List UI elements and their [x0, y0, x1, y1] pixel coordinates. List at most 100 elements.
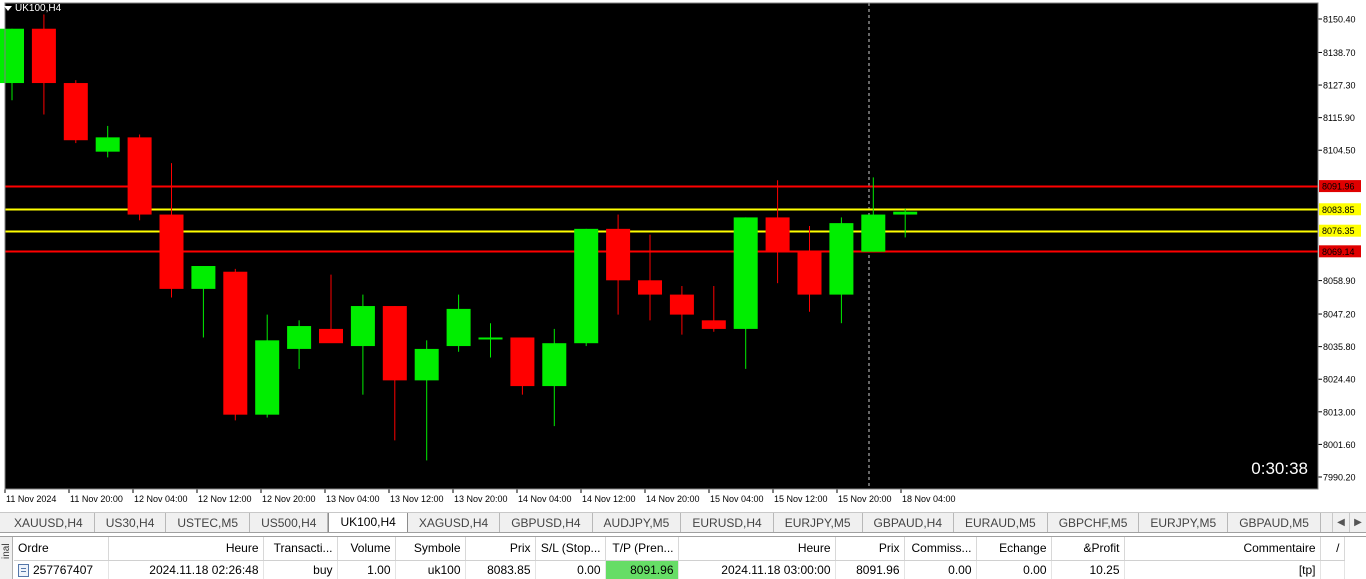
column-header[interactable]: Commiss...	[904, 537, 977, 561]
tab-euraud-m5[interactable]: EURAUD,M5	[954, 513, 1048, 532]
cell-volume: 1.00	[337, 560, 396, 579]
tab-us500-h4[interactable]: US500,H4	[250, 513, 329, 532]
chart-window[interactable]: 8150.40 8138.70 8127.30 8115.90 8104.50 8058.…	[0, 0, 1366, 510]
tab-scroll-right-icon[interactable]: ▶	[1349, 513, 1366, 532]
chart-plot-area[interactable]	[5, 3, 1318, 489]
candle-body	[382, 306, 407, 381]
candle-body	[191, 266, 216, 289]
table-header-row: Ordre Heure Transacti... Volume Symbole Prix S…	[14, 537, 1345, 561]
chart-symbol-tabs: XAUUSD,H4 US30,H4 USTEC,M5 US500,H4 UK100,H4…	[0, 512, 1366, 533]
tab-eurjpy-m5[interactable]: EURJPY,M5	[774, 513, 863, 532]
cell-tp: 8091.96	[605, 560, 679, 579]
column-header[interactable]: Prix	[835, 537, 905, 561]
time-axis-label: 12 Nov 12:00	[198, 494, 252, 504]
price-axis-label: 8001.60	[1323, 440, 1356, 450]
time-axis-label: 13 Nov 12:00	[390, 494, 444, 504]
column-header[interactable]: Echange	[976, 537, 1052, 561]
candle-body	[255, 340, 280, 415]
tab-xauusd-h4[interactable]: XAUUSD,H4	[3, 513, 95, 532]
column-header[interactable]: Prix	[465, 537, 536, 561]
chart-menu-triangle-icon[interactable]	[4, 6, 12, 11]
candle-body	[701, 320, 726, 329]
chart-symbol-text: UK100,H4	[15, 3, 62, 14]
tab-xagusd-h4[interactable]: XAGUSD,H4	[408, 513, 501, 532]
tab-eurjpy-m5[interactable]: EURJPY,M5	[1139, 513, 1229, 532]
tab-eurusd-h4[interactable]: EURUSD,H4	[681, 513, 774, 532]
trade-history-table: Ordre Heure Transacti... Volume Symbole Prix S…	[14, 537, 1345, 579]
time-axis-label: 15 Nov 20:00	[838, 494, 892, 504]
tab-gbpusd-h4[interactable]: GBPUSD,H4	[500, 513, 593, 532]
price-axis-label: 8115.90	[1323, 113, 1355, 123]
column-header[interactable]: S/L (Stop...	[535, 537, 606, 561]
price-axis-label: 8035.80	[1323, 342, 1356, 352]
price-axis-label: 8104.50	[1323, 146, 1356, 156]
column-header[interactable]: Commentaire	[1124, 537, 1321, 561]
time-axis-label: 18 Nov 04:00	[902, 494, 956, 504]
candle-body	[0, 28, 24, 84]
candle-body	[542, 343, 567, 387]
tab-ustec-m5[interactable]: USTEC,M5	[166, 513, 251, 532]
terminal-panel: inal Ordre Heure Transacti... Volume Symbole…	[0, 536, 1366, 579]
tab-gbpaud-m5[interactable]: GBPAUD,M5	[1228, 513, 1321, 532]
price-level-tag-label: 8083.85	[1322, 205, 1355, 215]
order-id: 257767407	[33, 562, 94, 577]
cell-price: 8083.85	[465, 560, 536, 579]
column-header[interactable]: Symbole	[395, 537, 466, 561]
candle-body	[478, 337, 503, 340]
candle-body	[31, 28, 56, 84]
tab-scroll-controls: ◀ ▶	[1332, 513, 1366, 532]
tab-us30-h4[interactable]: US30,H4	[95, 513, 167, 532]
cell-symbol: uk100	[395, 560, 466, 579]
cell-time: 2024.11.18 02:26:48	[108, 560, 264, 579]
column-header[interactable]: Transacti...	[263, 537, 338, 561]
time-axis-label: 13 Nov 04:00	[326, 494, 380, 504]
tab-audjpy-m5[interactable]: AUDJPY,M5	[593, 513, 682, 532]
candle-body	[733, 217, 758, 329]
time-axis-label: 11 Nov 20:00	[70, 494, 123, 504]
column-header[interactable]: Ordre	[14, 537, 109, 561]
candle-body	[893, 211, 918, 215]
candle-body	[669, 294, 694, 315]
tab-scroll-left-icon[interactable]: ◀	[1332, 513, 1349, 532]
tab-gbpchf-m5[interactable]: GBPCHF,M5	[1048, 513, 1140, 532]
terminal-side-label: inal	[1, 543, 12, 559]
chart-symbol-label: UK100,H4	[4, 3, 61, 14]
time-axis-label: 14 Nov 20:00	[646, 494, 700, 504]
column-header[interactable]: T/P (Pren...	[605, 537, 679, 561]
candle-body	[414, 348, 439, 381]
tab-uk100-h4[interactable]: UK100,H4	[328, 513, 408, 532]
tab-gbpaud-h4[interactable]: GBPAUD,H4	[863, 513, 954, 532]
candle-body	[159, 214, 184, 289]
bar-countdown-timer: 0:30:38	[1251, 459, 1308, 478]
candle-body	[319, 328, 343, 344]
column-header[interactable]: Heure	[678, 537, 836, 561]
column-header[interactable]: &Profit	[1051, 537, 1125, 561]
cell-order: 257767407	[14, 560, 109, 579]
price-level-tag-label: 8091.96	[1322, 182, 1355, 192]
price-chart[interactable]: 8150.40 8138.70 8127.30 8115.90 8104.50 8058.…	[0, 0, 1366, 510]
price-axis-label: 8138.70	[1323, 48, 1356, 58]
terminal-side-tab[interactable]: inal	[0, 537, 13, 579]
cell-price2: 8091.96	[835, 560, 905, 579]
cell-sl: 0.00	[535, 560, 606, 579]
time-axis-label: 15 Nov 12:00	[774, 494, 828, 504]
price-axis-label: 8024.40	[1323, 375, 1356, 385]
price-axis-label: 8013.00	[1323, 407, 1356, 417]
cell-type: buy	[263, 560, 338, 579]
column-header[interactable]: Heure	[108, 537, 264, 561]
price-axis-label: 8150.40	[1323, 15, 1356, 25]
column-header[interactable]: Volume	[337, 537, 396, 561]
time-axis-label: 14 Nov 04:00	[518, 494, 572, 504]
price-level-tag-label: 8076.35	[1322, 226, 1355, 236]
candle-body	[638, 280, 662, 295]
cell-spacer	[1320, 560, 1345, 579]
column-header[interactable]: /	[1320, 537, 1345, 561]
time-axis-label: 12 Nov 20:00	[262, 494, 316, 504]
candle-body	[574, 228, 599, 344]
table-row[interactable]: 257767407 2024.11.18 02:26:48 buy 1.00 uk100…	[14, 560, 1345, 579]
price-axis-label: 8058.90	[1323, 276, 1356, 286]
order-ticket-icon	[18, 563, 29, 577]
price-level-tag-label: 8069.14	[1322, 247, 1355, 257]
time-axis-label: 15 Nov 04:00	[710, 494, 764, 504]
candle-body	[127, 137, 152, 215]
